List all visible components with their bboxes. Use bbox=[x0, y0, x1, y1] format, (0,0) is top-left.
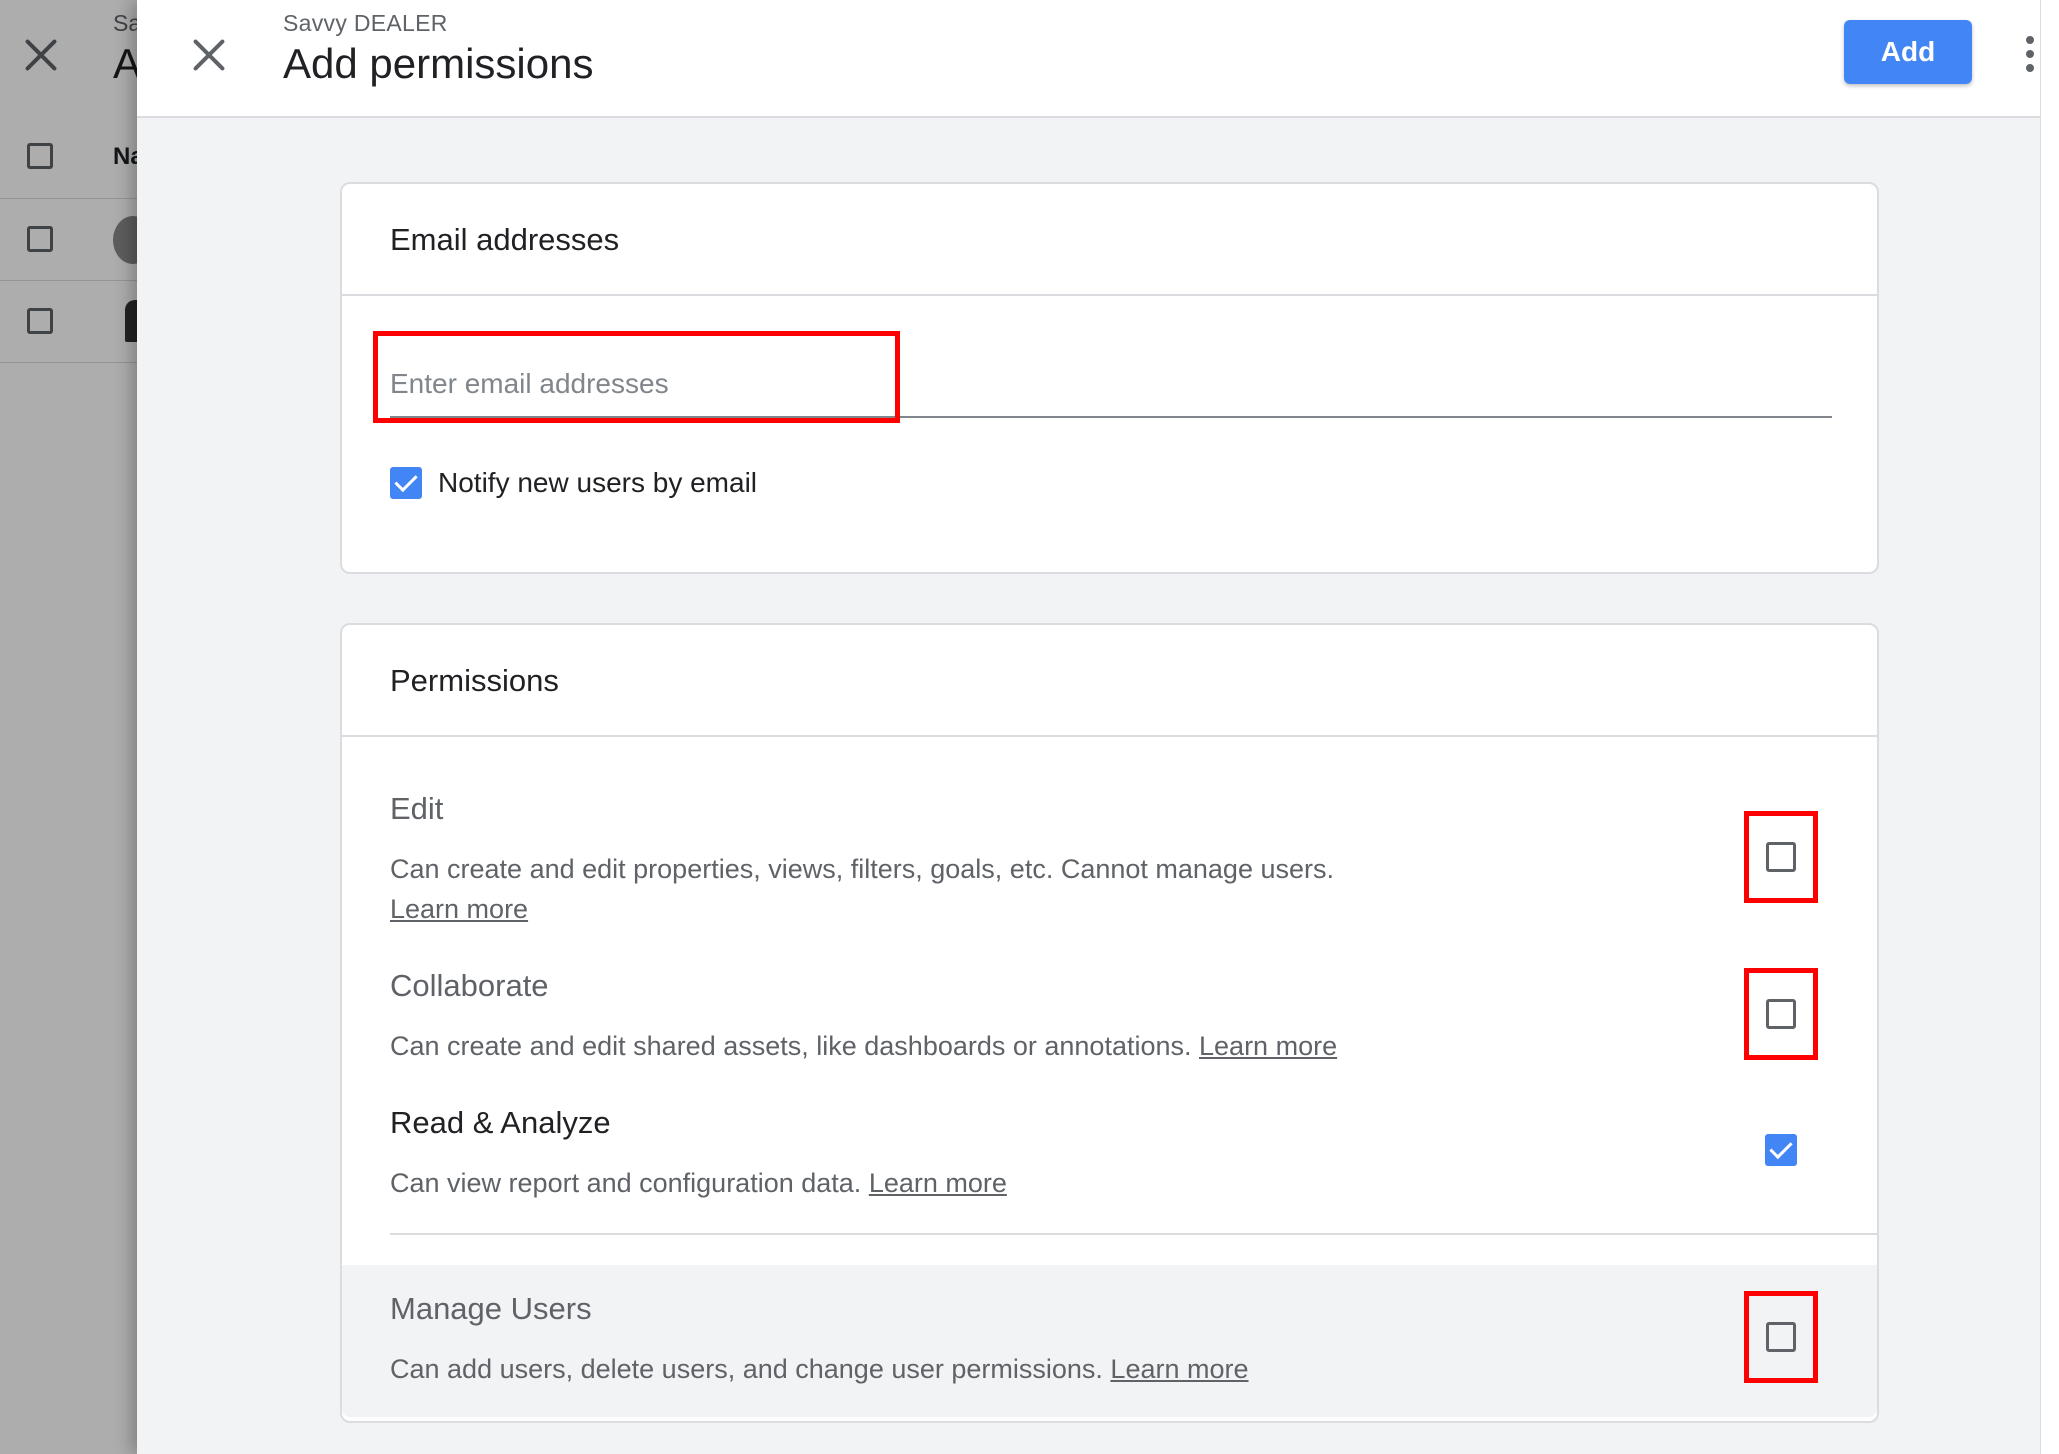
add-button[interactable]: Add bbox=[1844, 20, 1972, 84]
permission-edit-description: Can create and edit properties, views, f… bbox=[390, 849, 1334, 929]
permission-edit-name: Edit bbox=[390, 791, 444, 826]
email-card: Email addresses Notify new users by emai… bbox=[340, 182, 1879, 574]
permission-manage-users-description-text: Can add users, delete users, and change … bbox=[390, 1354, 1103, 1384]
permissions-card-title: Permissions bbox=[390, 663, 559, 698]
account-name: Savvy DEALER bbox=[283, 10, 448, 36]
permission-manage-users-highlight bbox=[1744, 1291, 1818, 1383]
permission-separator bbox=[390, 1233, 1877, 1235]
permission-manage-users-name: Manage Users bbox=[390, 1291, 592, 1326]
right-edge-panel bbox=[2040, 0, 2059, 1454]
notify-label: Notify new users by email bbox=[438, 467, 758, 498]
permission-read-analyze-learn-more-link[interactable]: Learn more bbox=[869, 1168, 1007, 1198]
permission-collaborate-name: Collaborate bbox=[390, 968, 549, 1003]
permission-collaborate-highlight bbox=[1744, 968, 1818, 1060]
add-permissions-dialog: Savvy DEALER Add permissions Add Email a… bbox=[137, 0, 2059, 1454]
email-input-highlight bbox=[373, 331, 900, 423]
permission-manage-users-learn-more-link[interactable]: Learn more bbox=[1110, 1354, 1248, 1384]
card-divider bbox=[342, 735, 1877, 737]
permissions-card: Permissions Edit Can create and edit pro… bbox=[340, 623, 1879, 1423]
permission-collaborate-description: Can create and edit shared assets, like … bbox=[390, 1026, 1337, 1066]
permission-read-analyze-description: Can view report and configuration data. … bbox=[390, 1163, 1007, 1203]
permission-collaborate-learn-more-link[interactable]: Learn more bbox=[1199, 1031, 1337, 1061]
permission-read-analyze-name: Read & Analyze bbox=[390, 1105, 611, 1140]
manage-users-row-background bbox=[342, 1265, 1877, 1417]
card-divider bbox=[342, 294, 1877, 296]
email-card-title: Email addresses bbox=[390, 222, 620, 257]
close-icon[interactable] bbox=[192, 38, 226, 72]
notify-checkbox[interactable] bbox=[390, 467, 422, 499]
more-vert-icon[interactable] bbox=[2026, 36, 2034, 72]
permission-edit-description-text: Can create and edit properties, views, f… bbox=[390, 854, 1334, 884]
permission-edit-highlight bbox=[1744, 811, 1818, 903]
page-title: Add permissions bbox=[283, 40, 594, 87]
permission-manage-users-description: Can add users, delete users, and change … bbox=[390, 1349, 1249, 1389]
permission-read-analyze-description-text: Can view report and configuration data. bbox=[390, 1168, 862, 1198]
permission-read-analyze-checkbox[interactable] bbox=[1765, 1134, 1797, 1166]
dialog-header: Savvy DEALER Add permissions Add bbox=[137, 0, 2042, 118]
permission-edit-learn-more-link[interactable]: Learn more bbox=[390, 894, 528, 924]
permission-collaborate-description-text: Can create and edit shared assets, like … bbox=[390, 1031, 1192, 1061]
